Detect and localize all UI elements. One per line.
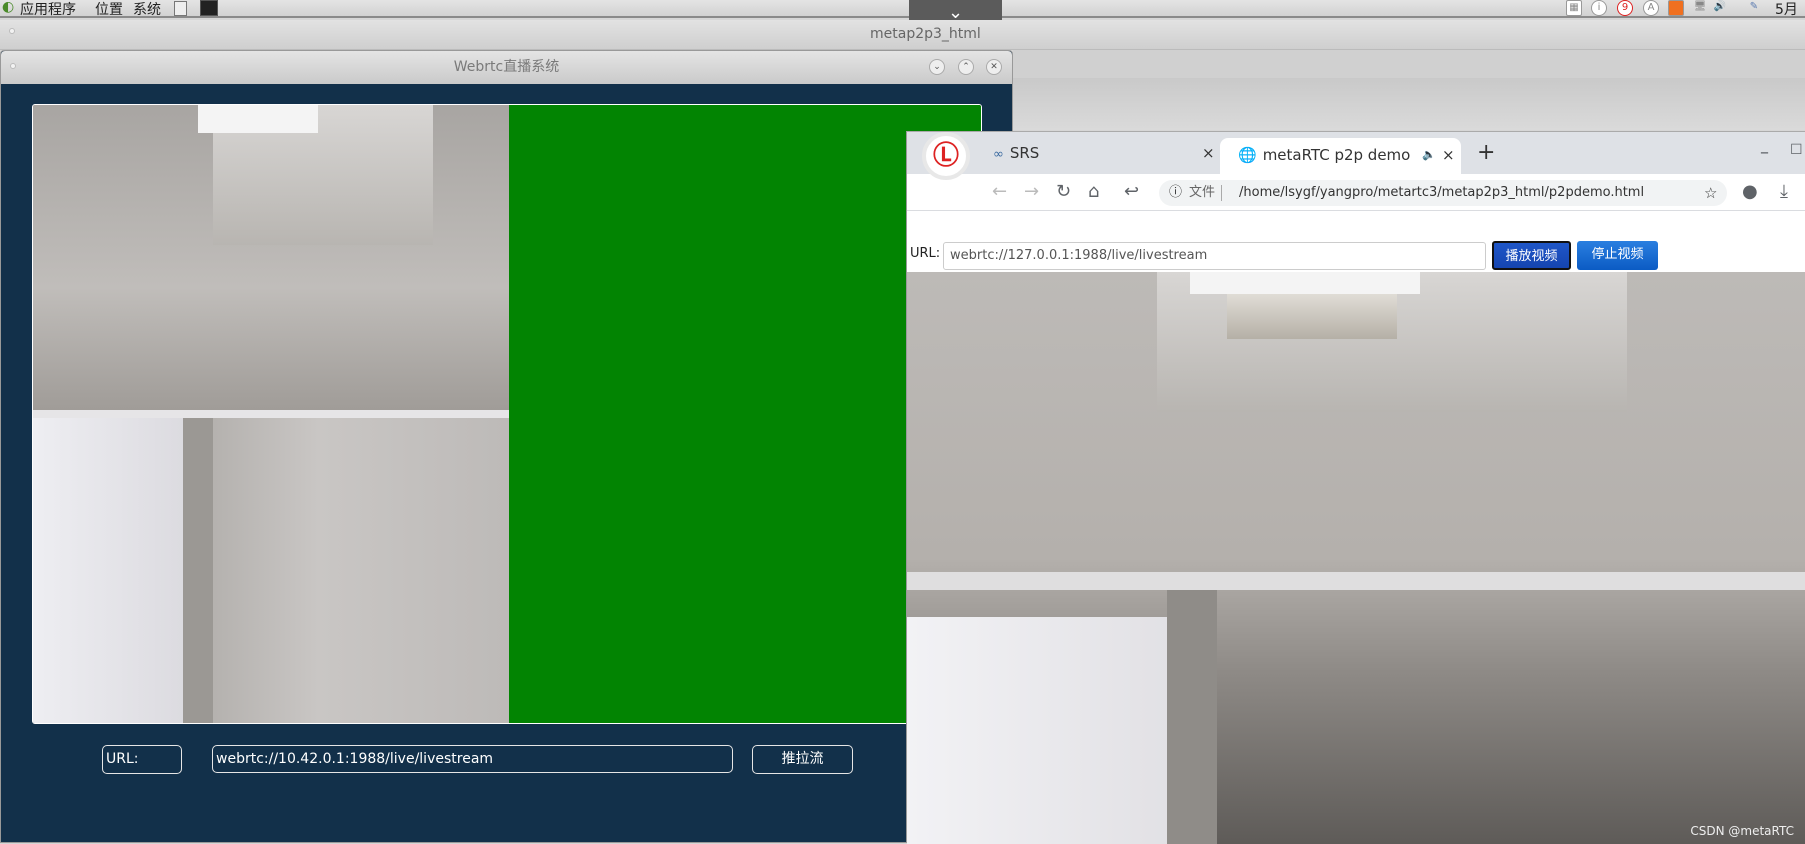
background-window-body — [1013, 50, 1805, 130]
info-icon[interactable]: ⓘ — [1169, 180, 1182, 206]
account-icon[interactable]: ● — [1742, 182, 1758, 202]
window-menu-icon[interactable] — [10, 63, 16, 69]
close-tab-icon[interactable]: × — [1202, 132, 1215, 174]
srs-favicon-icon: ∞ — [993, 147, 1004, 162]
close-tab-icon[interactable]: × — [1442, 138, 1455, 172]
new-tab-button[interactable]: + — [1477, 142, 1495, 164]
file-cabinet-icon[interactable] — [174, 1, 187, 16]
url-label: URL: — [102, 745, 182, 774]
csdn-watermark: CSDN @metaRTC — [1690, 824, 1794, 838]
badge-9-icon[interactable]: 9 — [1617, 0, 1633, 16]
download-icon[interactable]: ⤓ — [1780, 182, 1788, 202]
globe-icon: 🌐 — [1238, 146, 1257, 164]
page-content: URL: webrtc://127.0.0.1:1988/live/livest… — [907, 211, 1805, 844]
forward-button[interactable]: → — [1024, 182, 1039, 202]
url-label: URL: — [910, 246, 941, 261]
terminal-icon[interactable] — [200, 0, 218, 16]
tab-metartc-p2p-demo[interactable]: 🌐 metaRTC p2p demo 🔈 × — [1220, 138, 1461, 174]
browser-toolbar: ← → ↻ ⌂ ↩ ⓘ 文件 /home/lsygf/yangpro/metar… — [907, 174, 1805, 211]
pen-icon[interactable]: ✎ — [1746, 0, 1762, 16]
network-icon[interactable]: 🖥 — [1692, 0, 1708, 16]
background-window-titlebar: metap2p3_html — [0, 20, 1805, 50]
maximize-window-button[interactable]: ☐ — [1790, 140, 1803, 160]
apps-logo-icon: ◐ — [2, 0, 15, 15]
scheme-label: 文件 — [1189, 185, 1223, 201]
maximize-button[interactable]: ⌃ — [958, 59, 974, 75]
push-pull-button[interactable]: 推拉流 — [752, 745, 853, 774]
top-panel: ◐ 应用程序 位置 系统 ▦ i 9 A 🖥 🔊 ✎ 5月1 — [0, 0, 1805, 35]
window-menu-icon[interactable] — [9, 28, 15, 34]
reload-button[interactable]: ↻ — [1056, 182, 1071, 202]
video-panel — [32, 104, 982, 724]
a-icon[interactable]: A — [1643, 0, 1659, 16]
minimize-button[interactable]: ⌄ — [929, 59, 945, 75]
stop-video-button[interactable]: 停止视频 — [1577, 241, 1658, 270]
browser-window: Ⓛ ∞ SRS × 🌐 metaRTC p2p demo 🔈 × + – ☐ ← →… — [906, 131, 1805, 844]
url-input[interactable]: webrtc://10.42.0.1:1988/live/livestream — [212, 745, 733, 773]
minimize-window-button[interactable]: – — [1760, 143, 1769, 163]
webrtc-window-titlebar: Webrtc直播系统 ⌄ ⌃ ✕ — [1, 51, 1012, 84]
reply-arrow-icon[interactable]: ↩ — [1124, 182, 1139, 202]
tab-title: SRS — [1009, 144, 1040, 162]
audio-playing-icon[interactable]: 🔈 — [1422, 138, 1436, 172]
background-window-title: metap2p3_html — [870, 26, 981, 42]
tab-srs[interactable]: ∞ SRS × — [993, 132, 1218, 174]
menu-applications[interactable]: 应用程序 — [20, 0, 76, 19]
home-button[interactable]: ⌂ — [1088, 182, 1099, 202]
play-video-button[interactable]: 播放视频 — [1492, 241, 1571, 270]
url-path[interactable]: /home/lsygf/yangpro/metartc3/metap2p3_ht… — [1239, 180, 1644, 206]
address-bar[interactable]: ⓘ 文件 /home/lsygf/yangpro/metartc3/metap2… — [1159, 180, 1727, 206]
close-button[interactable]: ✕ — [986, 59, 1002, 75]
info-icon[interactable]: i — [1591, 0, 1607, 16]
local-camera-video — [33, 105, 509, 723]
back-button[interactable]: ← — [992, 182, 1007, 202]
tab-strip: Ⓛ ∞ SRS × 🌐 metaRTC p2p demo 🔈 × + – ☐ — [907, 132, 1805, 180]
bookmark-star-icon[interactable]: ☆ — [1704, 180, 1717, 206]
menu-system[interactable]: 系统 — [133, 0, 161, 19]
webrtc-window-title: Webrtc直播系统 — [453, 59, 560, 75]
metartc-logo-icon: Ⓛ — [922, 132, 970, 180]
url-input[interactable]: webrtc://127.0.0.1:1988/live/livestream — [943, 242, 1486, 270]
volume-icon[interactable]: 🔊 — [1712, 0, 1728, 16]
tab-title: metaRTC p2p demo — [1262, 146, 1411, 164]
remote-video[interactable]: CSDN @metaRTC — [907, 272, 1805, 844]
menu-places[interactable]: 位置 — [95, 0, 123, 19]
keyboard-icon[interactable]: ▦ — [1566, 0, 1582, 16]
app-icon[interactable] — [1668, 0, 1684, 16]
